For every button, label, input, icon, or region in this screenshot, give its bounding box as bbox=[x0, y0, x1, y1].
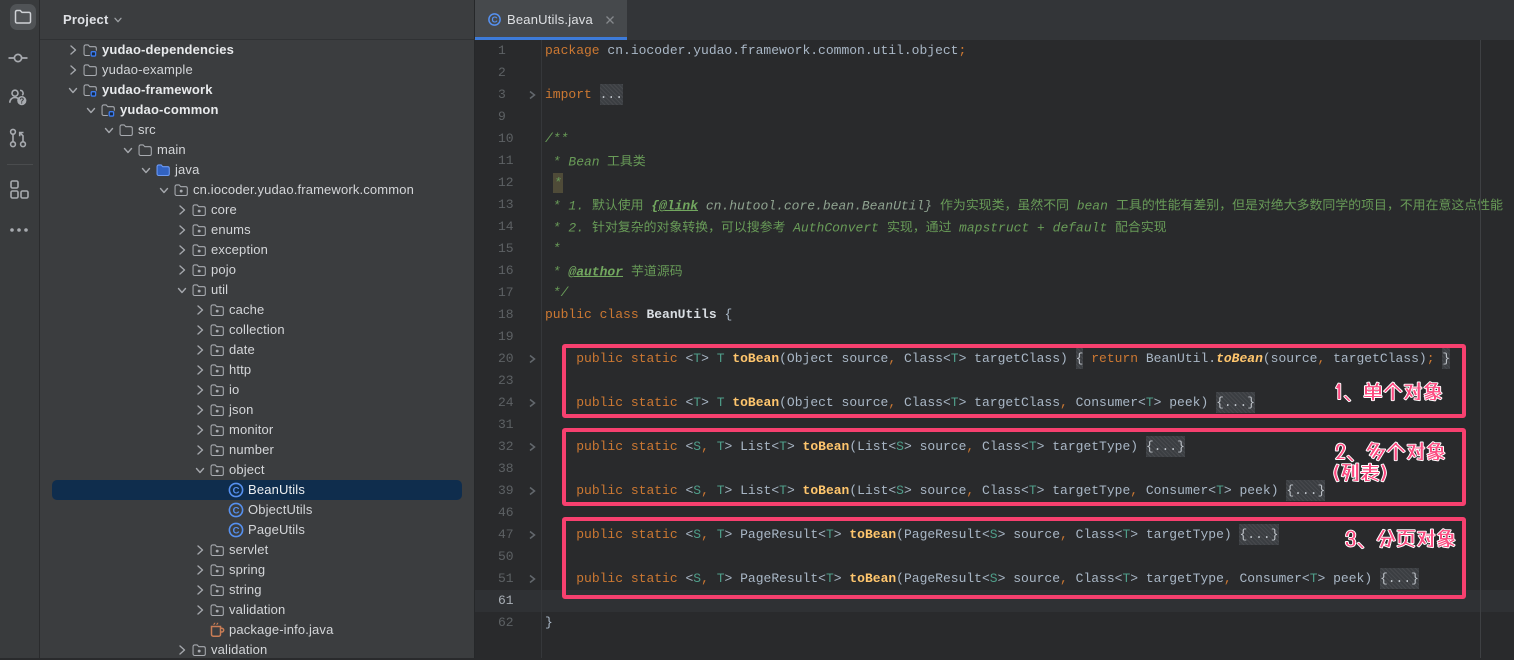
svg-text:C: C bbox=[233, 486, 240, 497]
svg-text:C: C bbox=[233, 526, 240, 537]
svg-text:C: C bbox=[233, 506, 240, 517]
svg-text:?: ? bbox=[19, 97, 24, 106]
svg-text:C: C bbox=[491, 15, 497, 25]
